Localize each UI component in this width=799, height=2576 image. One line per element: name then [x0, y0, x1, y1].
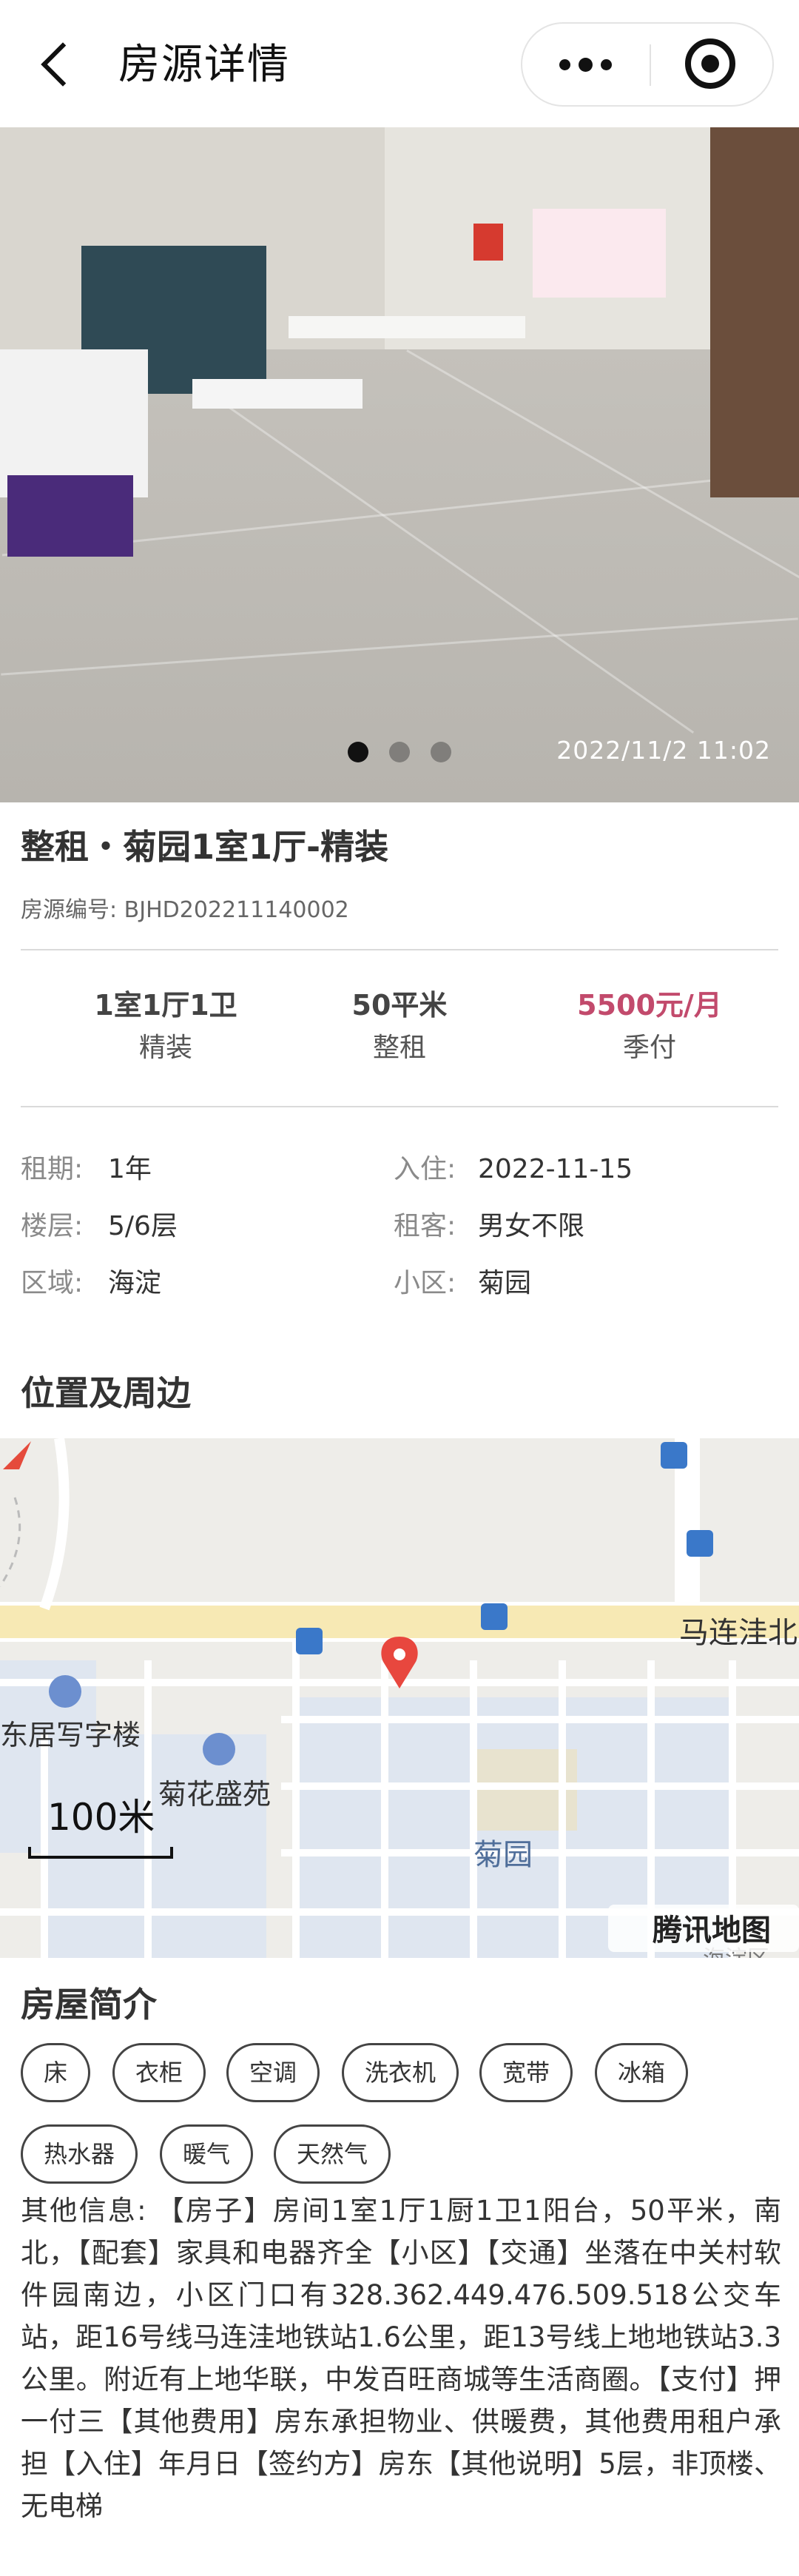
details-row: 楼层: 5/6层 租客: 男女不限 [21, 1204, 778, 1249]
amenity-tag: 衣柜 [112, 2043, 206, 2102]
divider [21, 949, 778, 950]
photo-carousel[interactable]: 2022/11/2 11:02 [0, 127, 799, 802]
details-row: 区域: 海淀 小区: 菊园 [21, 1261, 778, 1306]
stat-layout-sub: 精装 [138, 1033, 192, 1063]
carousel-dot[interactable] [389, 742, 410, 762]
map-road-label: 马连洼北 [679, 1616, 798, 1650]
stat-area-value: 50平米 [351, 989, 448, 1022]
page-title: 房源详情 [118, 41, 290, 89]
community-value: 菊园 [478, 1268, 532, 1298]
stat-price: 5500元/月 季付 [539, 985, 761, 1069]
listing-code: 房源编号: BJHD202211140002 [21, 897, 349, 923]
photo-toy-box [7, 475, 133, 557]
back-arrow-icon[interactable] [34, 38, 78, 90]
map-scale-label: 100米 [47, 1796, 155, 1839]
floor-value: 5/6层 [108, 1211, 178, 1241]
more-options-button[interactable] [522, 24, 648, 105]
amenity-tag: 冰箱 [595, 2043, 688, 2102]
amenity-tag: 热水器 [21, 2124, 138, 2184]
details-row: 租期: 1年 入住: 2022-11-15 [21, 1147, 778, 1192]
stat-price-value: 5500元/月 [577, 989, 722, 1022]
tenant-label: 租客: [394, 1211, 456, 1241]
movein-value: 2022-11-15 [478, 1154, 633, 1184]
intro-section-title: 房屋简介 [21, 1985, 157, 2025]
listing-description: 其他信息: 【房子】房间1室1厅1厨1卫1阳台，50平米，南北，【配套】家具和电… [21, 2195, 781, 2522]
photo-timestamp: 2022/11/2 11:02 [556, 736, 771, 765]
lease-label: 租期: [21, 1154, 84, 1184]
listing-title: 整租・菊园1室1厅-精装 [21, 827, 389, 867]
tenant-value: 男女不限 [478, 1211, 585, 1241]
map-office-label: 东居写字楼 [0, 1719, 141, 1751]
divider [21, 1106, 778, 1107]
carousel-dot[interactable] [431, 742, 451, 762]
miniprogram-capsule [521, 22, 774, 107]
carousel-dot-active[interactable] [348, 742, 368, 762]
photo-table [192, 379, 363, 409]
floor-label: 楼层: [21, 1211, 84, 1241]
location-map[interactable]: 马连洼北 东居写字楼 菊花盛苑 菊园 海淀区 100米 腾讯地图 [0, 1438, 799, 1958]
amenity-tag: 床 [21, 2043, 90, 2102]
map-scale-bar [28, 1847, 173, 1859]
more-dot-icon [579, 58, 593, 72]
more-dot-icon [601, 59, 612, 70]
amenity-tag: 暖气 [160, 2124, 253, 2184]
lease-value: 1年 [108, 1154, 152, 1184]
district-label: 区域: [21, 1268, 84, 1298]
photo-poster [533, 209, 666, 298]
map-provider-label: 腾讯地图 [653, 1913, 771, 1948]
photo-flag [473, 224, 503, 261]
movein-label: 入住: [394, 1154, 456, 1184]
amenity-tag: 天然气 [274, 2124, 391, 2184]
photo-door [710, 127, 799, 497]
more-dot-icon [559, 59, 570, 70]
location-section-title: 位置及周边 [21, 1373, 191, 1413]
map-community-label: 菊园 [473, 1838, 533, 1872]
community-label: 小区: [394, 1268, 456, 1298]
map-estate-label: 菊花盛苑 [158, 1778, 272, 1811]
carousel-indicator [348, 742, 451, 764]
photo-desk [289, 316, 525, 338]
stat-area: 50平米 整租 [289, 985, 510, 1069]
stat-payment-term: 季付 [622, 1033, 676, 1063]
stat-layout: 1室1厅1卫 精装 [55, 985, 277, 1069]
stat-layout-value: 1室1厅1卫 [94, 989, 237, 1022]
amenity-tag: 空调 [226, 2043, 320, 2102]
listing-stats: 1室1厅1卫 精装 50平米 整租 5500元/月 季付 [21, 985, 778, 1073]
close-miniprogram-button[interactable] [651, 24, 774, 105]
amenity-tag: 洗衣机 [342, 2043, 459, 2102]
district-value: 海淀 [108, 1268, 162, 1298]
tencent-map-icon [3, 1441, 31, 1469]
amenity-tag: 宽带 [479, 2043, 573, 2102]
map-canvas [0, 1438, 799, 1958]
target-center-icon [701, 55, 719, 73]
stat-area-sub: 整租 [372, 1033, 426, 1063]
nav-header: 房源详情 [0, 0, 799, 127]
